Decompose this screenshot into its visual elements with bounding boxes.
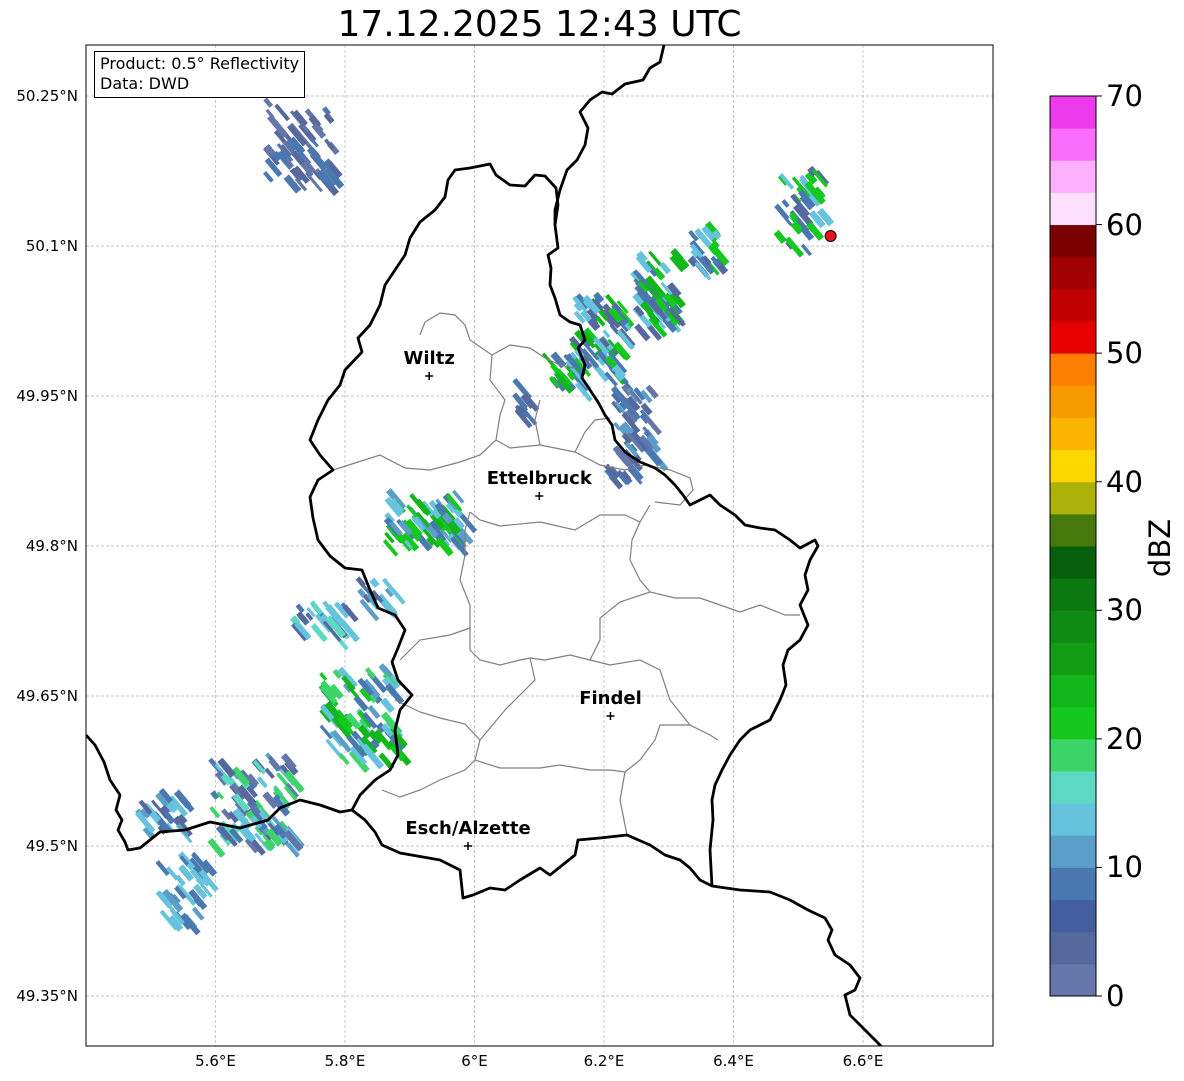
colorbar-segment: [1050, 288, 1096, 322]
x-tick-label: 5.8°E: [324, 1052, 366, 1070]
colorbar-segment: [1050, 899, 1096, 933]
colorbar-segment: [1050, 546, 1096, 579]
colorbar-segment: [1050, 835, 1096, 868]
radar-echo: [207, 837, 226, 858]
colorbar-tick-label: 70: [1106, 79, 1143, 113]
radar-echo: [319, 724, 333, 740]
colorbar-tick-label: 0: [1106, 979, 1125, 1013]
colorbar-segment: [1050, 192, 1096, 226]
colorbar-segment: [1050, 738, 1096, 772]
radar-site-marker: [824, 230, 837, 242]
city-marker-cross: [606, 712, 615, 720]
colorbar-segment: [1050, 224, 1096, 258]
x-tick-label: 6°E: [461, 1052, 488, 1070]
radar-site-dot: [824, 230, 837, 242]
colorbar-segment: [1050, 610, 1096, 643]
colorbar-segment: [1050, 578, 1096, 611]
radar-echo: [369, 577, 380, 589]
x-tick-label: 6.4°E: [713, 1052, 754, 1070]
x-tick-label: 6.6°E: [842, 1052, 884, 1070]
radar-echo: [338, 752, 350, 766]
city-markers: [425, 372, 615, 850]
radar-echo: [263, 97, 274, 108]
colorbar-segment: [1050, 321, 1096, 354]
y-tick-label: 49.35°N: [16, 987, 78, 1005]
y-tick-label: 50.25°N: [16, 87, 78, 105]
radar-echo: [323, 112, 335, 124]
y-tick-label: 49.8°N: [25, 537, 78, 555]
colorbar-label: dBZ: [1143, 518, 1177, 578]
y-tick-label: 49.5°N: [25, 837, 78, 855]
colorbar-tick-label: 60: [1106, 207, 1143, 242]
radar-echo: [773, 229, 787, 244]
colorbar-segment: [1050, 513, 1096, 547]
radar-echo: [382, 539, 399, 557]
colorbar-segment: [1050, 803, 1096, 836]
colorbar-segment: [1050, 449, 1096, 483]
country-borders: [86, 45, 883, 1046]
radar-echo: [380, 697, 395, 714]
city-marker-cross: [464, 842, 473, 850]
colorbar-segment: [1050, 771, 1096, 804]
y-tick-label: 49.95°N: [16, 387, 78, 405]
colorbar-tick-label: 40: [1106, 464, 1143, 499]
colorbar-tick-label: 20: [1106, 721, 1143, 756]
info-box: Product: 0.5° Reflectivity Data: DWD: [94, 51, 306, 98]
colorbar-segment: [1050, 931, 1096, 965]
city-label: Ettelbruck: [486, 468, 592, 489]
colorbar-segment: [1050, 963, 1096, 997]
colorbar-tick-label: 50: [1106, 336, 1143, 371]
map-frame: [85, 44, 994, 1047]
colorbar-segment: [1050, 867, 1096, 901]
city-label: Findel: [579, 688, 642, 709]
colorbar-segment: [1050, 128, 1096, 161]
colorbar-segment: [1050, 706, 1096, 740]
radar-echo: [785, 236, 805, 258]
data-source-label: Data: DWD: [100, 74, 190, 93]
x-tick-label: 6.2°E: [583, 1052, 625, 1070]
colorbar-segment: [1050, 96, 1096, 129]
radar-echo: [781, 199, 790, 208]
product-label: Product: 0.5° Reflectivity: [100, 54, 300, 73]
radar-echo: [391, 588, 406, 605]
radar-echo: [209, 806, 221, 819]
radar-echo: [295, 603, 305, 614]
radar-map: [85, 44, 1102, 1047]
colorbar-tick-label: 30: [1106, 593, 1143, 628]
radar-echo: [274, 103, 291, 122]
radar-echo: [406, 504, 419, 518]
radar-echo: [319, 672, 328, 681]
colorbar-segment: [1050, 353, 1096, 386]
colorbar-segment: [1050, 417, 1096, 451]
colorbar-tick-label: 10: [1106, 850, 1143, 885]
colorbar-segment: [1050, 385, 1096, 418]
city-marker-cross: [425, 372, 434, 380]
city-label: Esch/Alzette: [405, 818, 531, 839]
colorbar-segment: [1050, 481, 1096, 515]
colorbar: [1049, 95, 1102, 997]
colorbar-segment: [1050, 642, 1096, 676]
radar-echo: [263, 170, 274, 183]
colorbar-segment: [1050, 674, 1096, 708]
x-tick-label: 5.6°E: [195, 1052, 236, 1070]
radar-echoes: [135, 97, 835, 936]
gridlines: [86, 45, 993, 1046]
city-marker-cross: [535, 492, 544, 500]
radar-echo: [256, 776, 268, 789]
colorbar-segment: [1050, 256, 1096, 290]
city-label: Wiltz: [403, 348, 455, 369]
y-tick-label: 49.65°N: [16, 687, 78, 705]
colorbar-segment: [1050, 160, 1096, 193]
radar-echo: [264, 767, 275, 779]
y-tick-label: 50.1°N: [25, 237, 78, 255]
